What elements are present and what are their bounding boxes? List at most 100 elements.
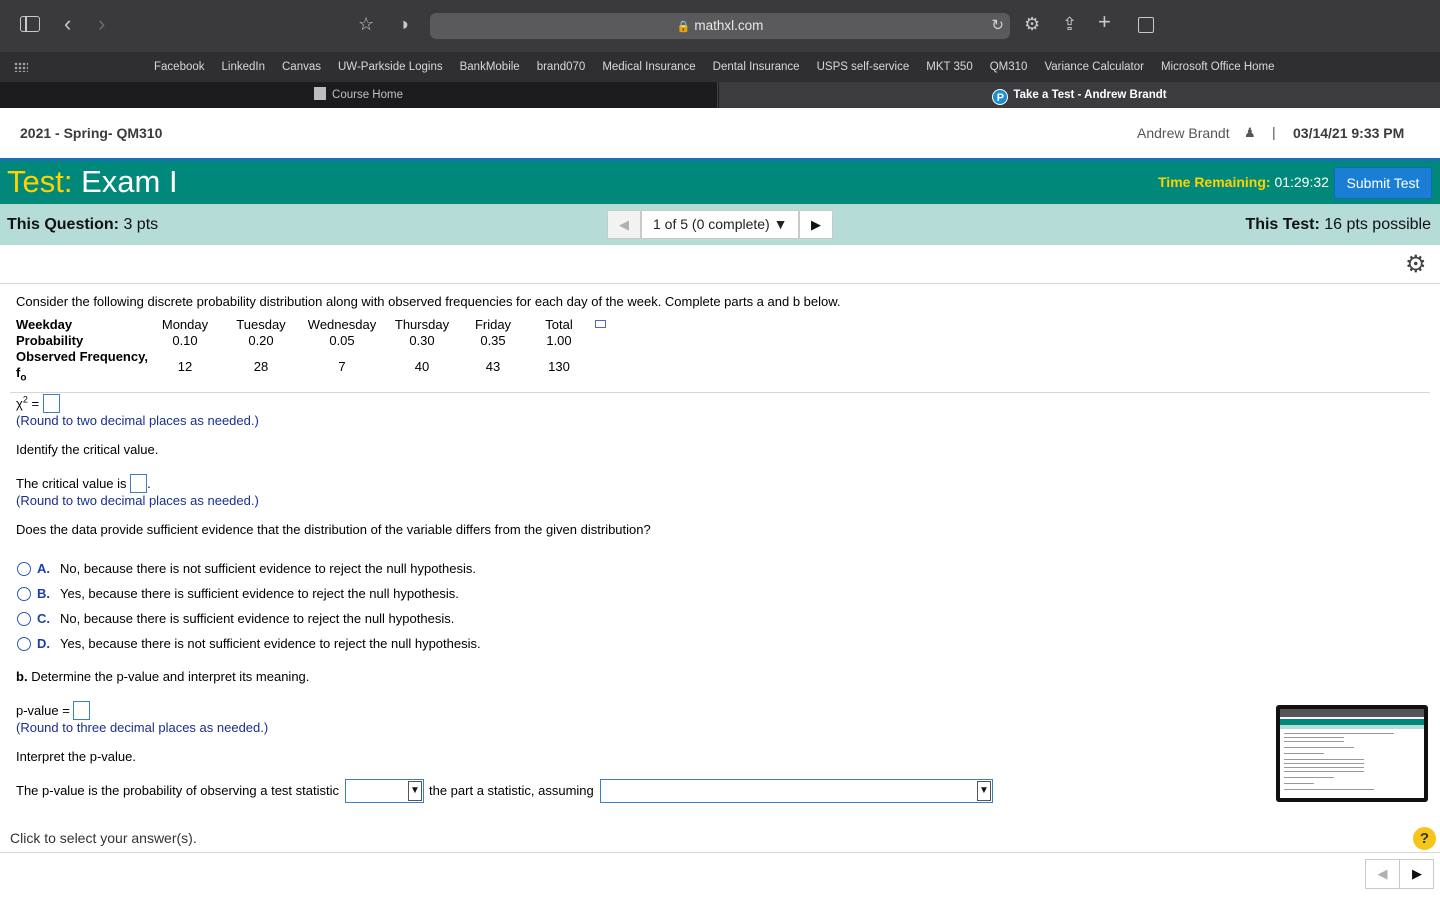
frequency-cell: 130: [548, 359, 570, 374]
footer-instruction: Click to select your answer(s).: [10, 830, 197, 846]
chevron-down-icon: ▼: [773, 216, 788, 232]
comparison-dropdown[interactable]: ▼: [345, 779, 424, 803]
thumbnail-line: [1284, 789, 1374, 790]
chevron-down-icon: ▼: [408, 781, 422, 801]
sidebar-toggle-icon[interactable]: [20, 16, 40, 32]
question-intro: Consider the following discrete probabil…: [16, 294, 841, 309]
bookmark-item[interactable]: Variance Calculator: [1044, 52, 1144, 82]
p-value-sentence-part2: the part a statistic, assuming: [429, 783, 594, 798]
share-icon[interactable]: ⇪: [1062, 14, 1077, 34]
bookmark-item[interactable]: Medical Insurance: [602, 52, 695, 82]
thumbnail-bar: [1280, 725, 1424, 729]
reload-icon[interactable]: ↻: [991, 16, 1004, 34]
time-remaining-label: Time Remaining:: [1158, 174, 1271, 190]
address-bar[interactable]: 🔒 mathxl.com ↻: [430, 13, 1010, 39]
screenshot-thumbnail[interactable]: [1276, 705, 1428, 802]
apps-grid-icon[interactable]: [14, 62, 28, 72]
frequency-cell: 43: [485, 359, 501, 374]
pager: ◀ ▶: [1365, 859, 1434, 889]
option-b-text[interactable]: Yes, because there is sufficient evidenc…: [60, 586, 459, 601]
question-info-bar: This Question: 3 pts ◀ 1 of 5 (0 complet…: [0, 204, 1440, 245]
option-c-letter: C.: [37, 611, 50, 626]
submit-test-button[interactable]: Submit Test: [1334, 167, 1432, 199]
chevron-down-icon: ▼: [977, 781, 991, 801]
assumption-dropdown[interactable]: ▼: [600, 779, 993, 803]
next-question-button[interactable]: ▶: [799, 210, 833, 239]
new-tab-icon[interactable]: +: [1098, 11, 1111, 33]
sufficient-evidence-question: Does the data provide sufficient evidenc…: [16, 522, 651, 537]
bookmark-item[interactable]: Canvas: [282, 52, 321, 82]
url-text: mathxl.com: [694, 18, 764, 33]
bookmark-item[interactable]: QM310: [990, 52, 1028, 82]
thumbnail-line: [1284, 747, 1354, 748]
thumbnail-line: [1284, 753, 1324, 754]
divider: [0, 852, 1440, 853]
question-navigator-label: 1 of 5 (0 complete): [653, 216, 770, 232]
star-icon[interactable]: ☆: [358, 14, 374, 34]
thumbnail-line: [1284, 767, 1364, 768]
bookmark-item[interactable]: UW-Parkside Logins: [338, 52, 443, 82]
tab-course-home[interactable]: Course Home: [0, 82, 718, 108]
bookmark-item[interactable]: Dental Insurance: [713, 52, 800, 82]
help-icon[interactable]: ?: [1413, 827, 1436, 850]
option-a-text[interactable]: No, because there is not sufficient evid…: [60, 561, 476, 576]
expand-table-icon[interactable]: [595, 320, 606, 328]
tab-take-a-test[interactable]: P Take a Test - Andrew Brandt: [719, 82, 1440, 108]
bookmark-item[interactable]: brand070: [537, 52, 586, 82]
header-separator: |: [1272, 124, 1276, 140]
chi-square-input[interactable]: [42, 394, 60, 413]
p-value-sentence-part1: The p-value is the probability of observ…: [16, 783, 339, 798]
p-value-row: p-value =: [16, 701, 91, 720]
user-name: Andrew Brandt: [1137, 125, 1230, 141]
table-header-fo: fo: [16, 365, 27, 384]
chi-square-row: χ2 =: [16, 394, 60, 413]
divider: [10, 392, 1430, 393]
option-b-letter: B.: [37, 586, 50, 601]
pearson-icon: P: [992, 89, 1009, 105]
test-name: Exam I: [81, 164, 178, 199]
previous-question-button[interactable]: ◀: [607, 210, 641, 239]
this-test-value: 16 pts possible: [1324, 216, 1431, 233]
bookmark-item[interactable]: LinkedIn: [222, 52, 265, 82]
forward-icon[interactable]: ›: [98, 13, 105, 35]
probability-cell: 0.30: [409, 333, 435, 348]
table-header-probability: Probability: [16, 333, 84, 348]
option-a-radio[interactable]: [17, 562, 31, 576]
back-icon[interactable]: ‹: [64, 13, 71, 35]
tab-overview-icon[interactable]: [1138, 17, 1154, 33]
chi-symbol: χ: [16, 396, 23, 411]
critical-value-input[interactable]: [130, 474, 148, 493]
extension-gear-icon[interactable]: ⚙: [1024, 14, 1040, 34]
pager-previous-button[interactable]: ◀: [1366, 860, 1400, 888]
bookmark-item[interactable]: Microsoft Office Home: [1161, 52, 1275, 82]
pager-next-button[interactable]: ▶: [1401, 860, 1433, 888]
thumbnail-line: [1284, 733, 1394, 734]
lock-icon: 🔒: [676, 21, 691, 33]
this-question-value: 3 pts: [123, 216, 159, 233]
identify-critical-text: Identify the critical value.: [16, 442, 159, 457]
bookmark-item[interactable]: BankMobile: [460, 52, 520, 82]
option-d-radio[interactable]: [17, 637, 31, 651]
option-d-text[interactable]: Yes, because there is not sufficient evi…: [60, 636, 481, 651]
bookmark-item[interactable]: USPS self-service: [817, 52, 910, 82]
settings-gear-icon[interactable]: ⚙: [1405, 250, 1427, 279]
shield-icon[interactable]: ◑: [398, 14, 409, 34]
current-datetime: 03/14/21 9:33 PM: [1293, 125, 1405, 141]
frequency-cell: 7: [338, 359, 346, 374]
option-c-radio[interactable]: [17, 612, 31, 626]
probability-cell: 1.00: [546, 333, 572, 348]
day-header: Tuesday: [236, 317, 286, 332]
bookmark-item[interactable]: MKT 350: [926, 52, 972, 82]
p-value-input[interactable]: [73, 701, 91, 720]
round-hint: (Round to two decimal places as needed.): [16, 413, 259, 428]
option-a-letter: A.: [37, 561, 50, 576]
option-b-radio[interactable]: [17, 587, 31, 601]
part-b-heading: b. Determine the p-value and interpret i…: [16, 669, 309, 684]
frequency-cell: 40: [414, 359, 430, 374]
option-c-text[interactable]: No, because there is sufficient evidence…: [60, 611, 454, 626]
this-question-label: This Question:: [7, 216, 119, 233]
thumbnail-line: [1284, 737, 1344, 738]
question-navigator-select[interactable]: 1 of 5 (0 complete) ▼: [641, 210, 799, 239]
this-question-points: This Question: 3 pts: [7, 216, 158, 234]
bookmark-item[interactable]: Facebook: [154, 52, 205, 82]
